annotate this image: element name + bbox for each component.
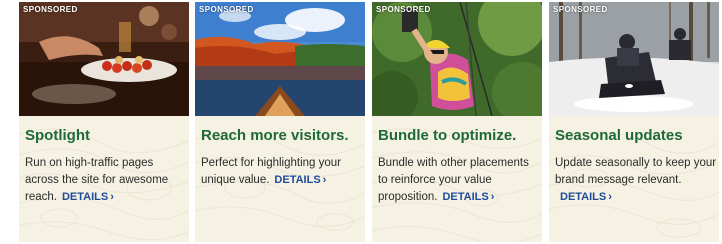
sponsored-card-seasonal[interactable]: SPONSORED Seasonal updates Update season… bbox=[549, 2, 719, 242]
chevron-right-icon: › bbox=[322, 174, 327, 186]
sponsored-badge: SPONSORED bbox=[199, 5, 254, 14]
details-link[interactable]: DETAILS › bbox=[274, 174, 326, 186]
sponsored-badge: SPONSORED bbox=[376, 5, 431, 14]
snowmobile-photo: SPONSORED bbox=[549, 2, 719, 116]
zipline-photo: SPONSORED bbox=[372, 2, 542, 116]
card-title: Reach more visitors. bbox=[201, 127, 349, 144]
card-description: Run on high-traffic pages across the sit… bbox=[25, 155, 187, 206]
sponsored-card-reach[interactable]: SPONSORED Reach more visitors. Perfect f… bbox=[195, 2, 365, 242]
card-title: Seasonal updates bbox=[555, 127, 683, 144]
details-label: DETAILS bbox=[61, 191, 109, 203]
card-title: Spotlight bbox=[25, 127, 90, 144]
chevron-right-icon: › bbox=[608, 191, 612, 203]
card-description: Perfect for highlighting your unique val… bbox=[201, 155, 363, 189]
sponsored-card-bundle[interactable]: SPONSORED Bundle to optimize. Bundle wit… bbox=[372, 2, 542, 242]
sponsored-card-grid: SPONSORED Spotlight Run on high-traffic … bbox=[0, 0, 722, 244]
card-description: Update seasonally to keep your brand mes… bbox=[555, 155, 717, 206]
details-label: DETAILS bbox=[274, 174, 321, 186]
details-link[interactable]: DETAILS › bbox=[442, 191, 494, 203]
canoe-lake-photo: SPONSORED bbox=[195, 2, 365, 116]
sponsored-badge: SPONSORED bbox=[23, 5, 78, 14]
food-dish-photo: SPONSORED bbox=[19, 2, 189, 116]
chevron-right-icon: › bbox=[110, 191, 114, 203]
details-label: DETAILS bbox=[442, 191, 489, 203]
sponsored-card-spotlight[interactable]: SPONSORED Spotlight Run on high-traffic … bbox=[19, 2, 189, 242]
details-label: DETAILS bbox=[560, 191, 607, 203]
card-description: Bundle with other placements to reinforc… bbox=[378, 155, 540, 206]
chevron-right-icon: › bbox=[490, 191, 495, 203]
details-link[interactable]: DETAILS › bbox=[560, 191, 612, 203]
sponsored-badge: SPONSORED bbox=[553, 5, 608, 14]
card-title: Bundle to optimize. bbox=[378, 127, 517, 144]
card-body-text: Update seasonally to keep your brand mes… bbox=[555, 157, 717, 186]
details-link[interactable]: DETAILS › bbox=[62, 191, 114, 203]
